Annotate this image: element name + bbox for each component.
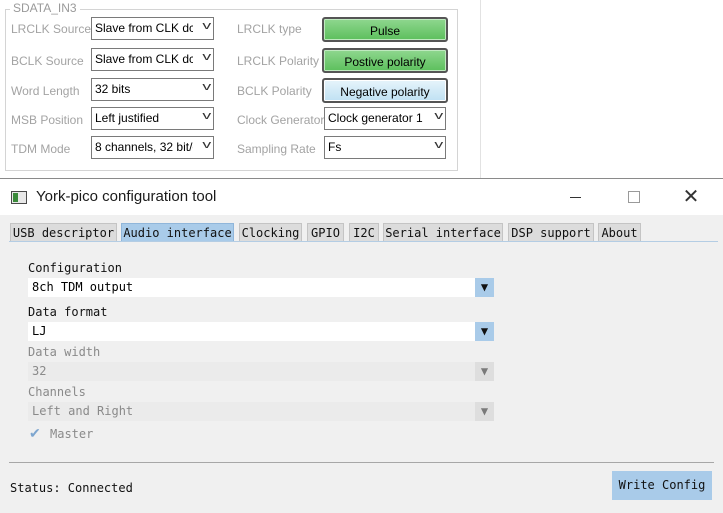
chevron-down-icon: v (201, 20, 211, 32)
minimize-icon (570, 197, 581, 198)
tdm-mode-select[interactable]: 8 channels, 32 bit/c v (91, 136, 214, 159)
data-width-combo: 32 ▼ (28, 362, 494, 381)
dropdown-arrow-icon[interactable]: ▼ (475, 278, 494, 297)
channels-combo: Left and Right ▼ (28, 402, 494, 421)
tab-gpio[interactable]: GPIO (307, 223, 344, 241)
master-label: Master (50, 427, 94, 441)
lrclk-polarity-button[interactable]: Postive polarity (322, 48, 448, 73)
chevron-down-icon: v (433, 139, 443, 151)
clock-generator-select[interactable]: Clock generator 1 (I v (324, 107, 446, 130)
status-text: Status: Connected (10, 481, 133, 495)
data-width-value: 32 (32, 364, 47, 378)
data-format-combo[interactable]: LJ ▼ (28, 322, 494, 341)
tab-dsp-support[interactable]: DSP support (508, 223, 594, 241)
lrclk-polarity-label: LRCLK Polarity (237, 54, 320, 68)
lrclk-source-label: LRCLK Source (11, 22, 92, 36)
tab-clocking[interactable]: Clocking (239, 223, 302, 241)
dropdown-arrow-icon: ▼ (475, 402, 494, 421)
lrclk-type-label: LRCLK type (237, 22, 302, 36)
write-config-button[interactable]: Write Config (612, 471, 712, 500)
tab-i2c[interactable]: I2C (349, 223, 379, 241)
word-length-select[interactable]: 32 bits v (91, 78, 214, 101)
divider (480, 0, 481, 178)
master-checkbox[interactable]: ✔ (29, 426, 45, 440)
sampling-rate-select[interactable]: Fs v (324, 136, 446, 159)
footer-separator (9, 462, 714, 463)
close-icon: ✕ (682, 186, 700, 208)
group-title: SDATA_IN3 (10, 1, 80, 15)
tab-bar: USB descriptor Audio interface Clocking … (0, 223, 723, 243)
tab-audio-interface[interactable]: Audio interface (121, 223, 234, 241)
data-format-label: Data format (28, 305, 108, 319)
channels-value: Left and Right (32, 404, 134, 418)
app-window: York-pico configuration tool ✕ USB descr… (0, 178, 723, 513)
bclk-polarity-label: BCLK Polarity (237, 84, 312, 98)
data-width-label: Data width (28, 345, 101, 359)
msb-position-label: MSB Position (11, 113, 84, 127)
tab-underline (9, 241, 718, 242)
tab-serial-interface[interactable]: Serial interface (383, 223, 503, 241)
configuration-combo[interactable]: 8ch TDM output ▼ (28, 278, 494, 297)
bclk-source-select[interactable]: Slave from CLK dc v (91, 48, 214, 71)
window-title: York-pico configuration tool (36, 188, 217, 205)
lrclk-type-button[interactable]: Pulse (322, 17, 448, 42)
configuration-label: Configuration (28, 261, 122, 275)
clock-generator-label: Clock Generator (237, 113, 325, 127)
close-button[interactable]: ✕ (668, 179, 714, 215)
chevron-down-icon: v (201, 51, 211, 63)
tab-usb-descriptor[interactable]: USB descriptor (10, 223, 117, 241)
audio-interface-panel: Configuration 8ch TDM output ▼ Data form… (0, 243, 723, 461)
maximize-button[interactable] (610, 179, 656, 215)
bclk-source-label: BCLK Source (11, 54, 84, 68)
chevron-down-icon: v (201, 110, 211, 122)
tab-about[interactable]: About (598, 223, 641, 241)
dropdown-arrow-icon: ▼ (475, 362, 494, 381)
channels-label: Channels (28, 385, 86, 399)
maximize-icon (628, 191, 640, 203)
msb-position-select[interactable]: Left justified v (91, 107, 214, 130)
app-icon (11, 191, 27, 204)
background-config-panel: SDATA_IN3 LRCLK Source Slave from CLK dc… (0, 0, 723, 180)
chevron-down-icon: v (201, 81, 211, 93)
chevron-down-icon: v (433, 110, 443, 122)
tdm-mode-label: TDM Mode (11, 142, 71, 156)
minimize-button[interactable] (552, 179, 598, 215)
bclk-polarity-button[interactable]: Negative polarity (322, 78, 448, 103)
lrclk-source-select[interactable]: Slave from CLK dc v (91, 17, 214, 40)
chevron-down-icon: v (201, 139, 211, 151)
dropdown-arrow-icon[interactable]: ▼ (475, 322, 494, 341)
sampling-rate-label: Sampling Rate (237, 142, 316, 156)
title-bar[interactable]: York-pico configuration tool ✕ (0, 179, 723, 215)
configuration-value: 8ch TDM output (32, 280, 134, 294)
word-length-label: Word Length (11, 84, 80, 98)
data-format-value: LJ (32, 324, 47, 338)
